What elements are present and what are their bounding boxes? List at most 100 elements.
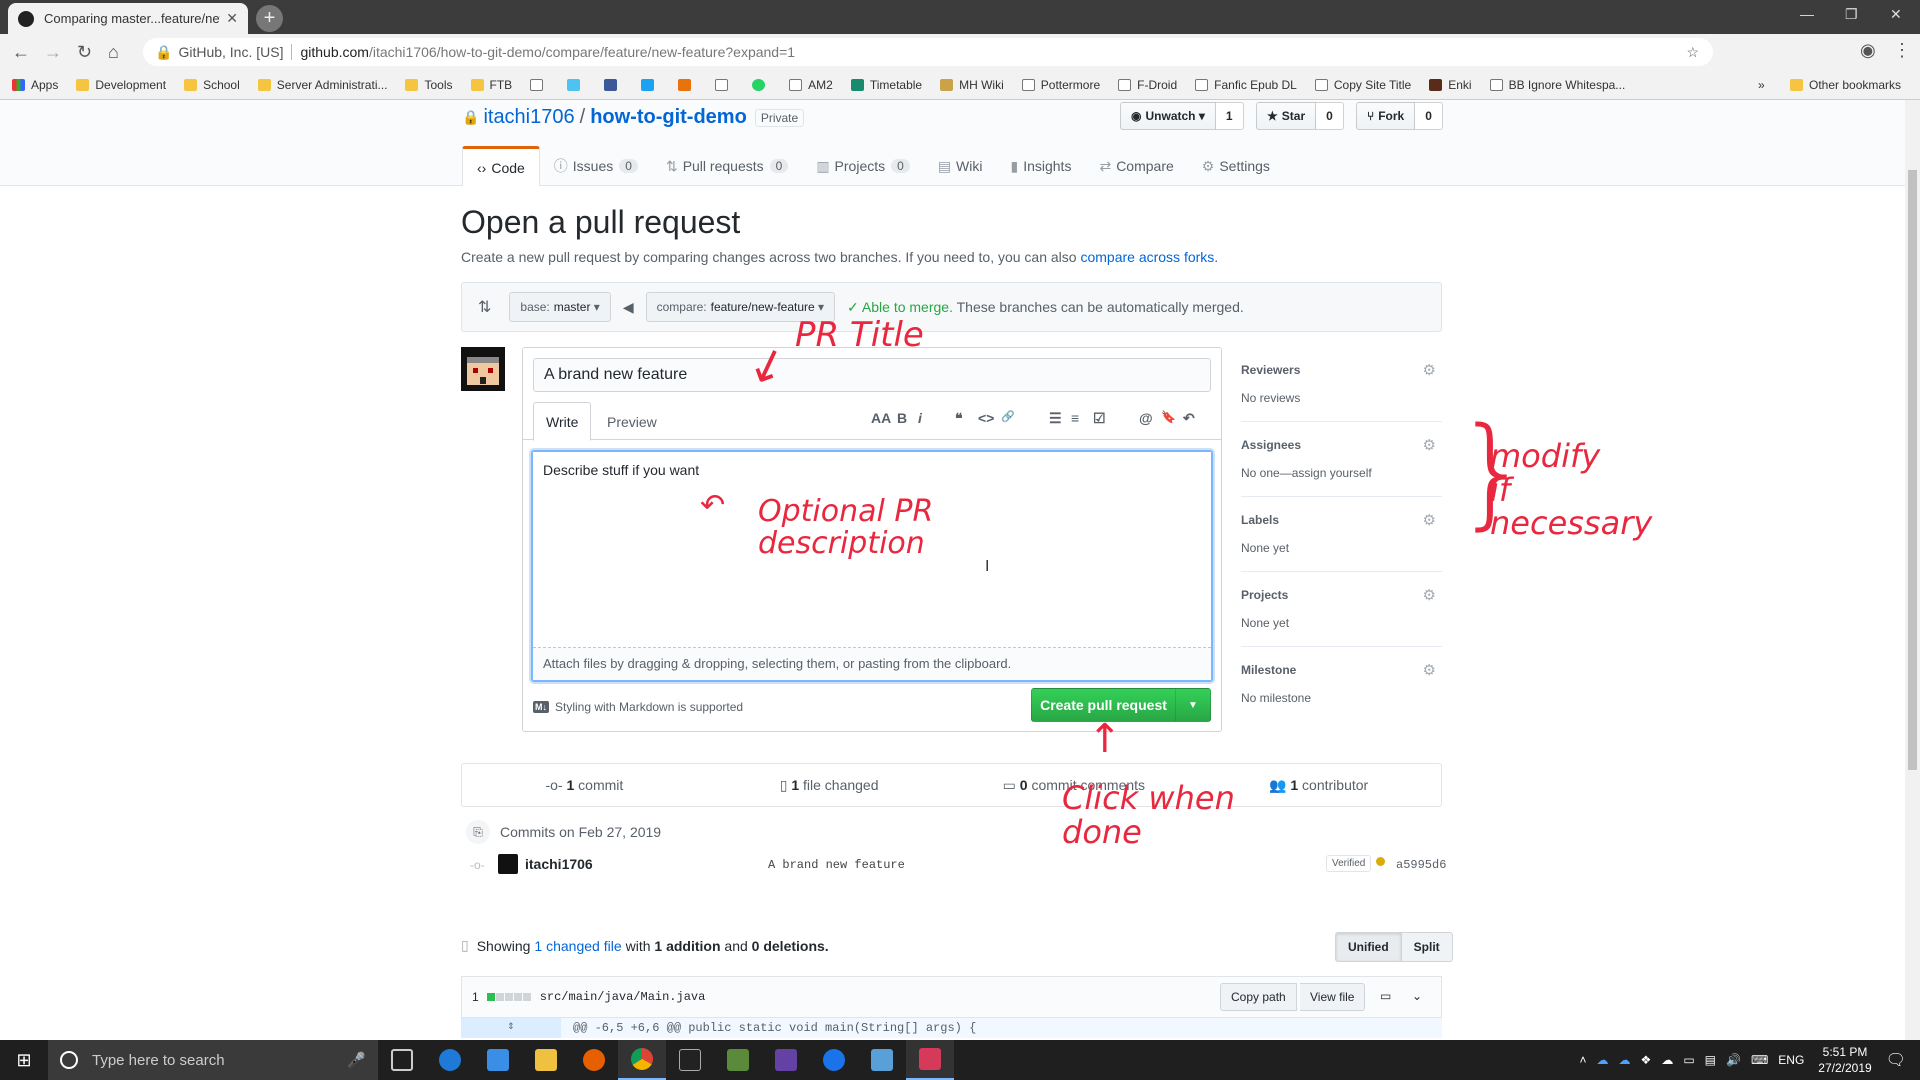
split-button[interactable]: Split bbox=[1401, 932, 1453, 962]
repo-owner-link[interactable]: itachi1706 bbox=[483, 106, 574, 129]
bookmark-am2[interactable]: AM2 bbox=[789, 78, 833, 92]
notifications-icon[interactable]: 🗨 bbox=[1886, 1050, 1906, 1070]
bookmark-twitter-icon[interactable] bbox=[641, 78, 660, 91]
minecraft-icon[interactable] bbox=[714, 1040, 762, 1080]
copy-path-button[interactable]: Copy path bbox=[1220, 983, 1297, 1011]
assignees-gear-icon[interactable]: ⚙ bbox=[1423, 436, 1436, 454]
store-icon[interactable] bbox=[474, 1040, 522, 1080]
labels-gear-icon[interactable]: ⚙ bbox=[1423, 511, 1436, 529]
create-options-dropdown-icon[interactable]: ▼ bbox=[1176, 689, 1210, 721]
volume-icon[interactable]: 🔊 bbox=[1726, 1053, 1741, 1067]
header-text-icon[interactable]: AA bbox=[871, 410, 891, 426]
files-changed-link[interactable]: ▯ 1 file changed bbox=[707, 777, 952, 794]
commit-author-avatar[interactable] bbox=[498, 854, 518, 874]
compare-across-forks-link[interactable]: compare across forks. bbox=[1080, 249, 1218, 265]
battery-icon[interactable]: ▭ bbox=[1683, 1053, 1694, 1067]
bookmark-copy-site-title[interactable]: Copy Site Title bbox=[1314, 78, 1411, 92]
changed-files-link[interactable]: 1 changed file bbox=[534, 938, 621, 954]
assign-yourself-link[interactable]: No one—assign yourself bbox=[1241, 466, 1442, 480]
status-pending-icon[interactable] bbox=[1376, 857, 1385, 866]
display-icon[interactable]: ▭ bbox=[1380, 989, 1391, 1003]
bookmark-apps[interactable]: Apps bbox=[12, 78, 58, 92]
view-file-button[interactable]: View file bbox=[1300, 983, 1366, 1011]
bookmark-page-icon[interactable] bbox=[715, 78, 734, 91]
bookmark-f-droid[interactable]: F-Droid bbox=[1118, 78, 1177, 92]
commit-message[interactable]: A brand new feature bbox=[768, 858, 905, 872]
commit-author[interactable]: itachi1706 bbox=[525, 856, 593, 872]
bookmark-school[interactable]: School bbox=[184, 78, 240, 92]
browser-tab[interactable]: Comparing master...feature/new- ✕ bbox=[8, 3, 248, 34]
bookmark-ftb[interactable]: FTB bbox=[470, 78, 512, 92]
page-scrollbar[interactable] bbox=[1905, 100, 1920, 1040]
tab-code[interactable]: ‹› Code bbox=[462, 146, 540, 186]
bookmark-mh-wiki[interactable]: MH Wiki bbox=[940, 78, 1004, 92]
file-path[interactable]: src/main/java/Main.java bbox=[540, 990, 706, 1004]
reviewers-gear-icon[interactable]: ⚙ bbox=[1423, 361, 1436, 379]
bookmark-enki[interactable]: Enki bbox=[1429, 78, 1472, 92]
link-icon[interactable]: 🔗 bbox=[1001, 410, 1015, 423]
tab-pull-requests[interactable]: ⇅ Pull requests 0 bbox=[652, 146, 802, 186]
other-bookmarks[interactable]: Other bookmarks bbox=[1790, 78, 1901, 92]
app-window-icon[interactable] bbox=[858, 1040, 906, 1080]
bookmark-page-icon[interactable] bbox=[530, 78, 549, 91]
star-button[interactable]: ★ Star bbox=[1256, 102, 1317, 130]
saved-reply-icon[interactable]: 🔖 bbox=[1161, 410, 1176, 424]
tab-projects[interactable]: ▥ Projects 0 bbox=[802, 146, 924, 186]
scrollbar-thumb[interactable] bbox=[1908, 170, 1917, 770]
profile-icon[interactable]: ◉ bbox=[1860, 40, 1876, 61]
back-icon[interactable]: ← bbox=[12, 42, 30, 63]
taskbar-search[interactable]: Type here to search 🎤 bbox=[48, 1040, 378, 1080]
markdown-note[interactable]: M↓ Styling with Markdown is supported bbox=[533, 700, 743, 714]
verified-badge[interactable]: Verified bbox=[1326, 855, 1372, 872]
address-bar[interactable]: 🔒 GitHub, Inc. [US] github.com /itachi17… bbox=[143, 38, 1713, 66]
dropbox-icon[interactable]: ❖ bbox=[1641, 1053, 1652, 1067]
bookmark-whatsapp-icon[interactable] bbox=[752, 78, 771, 91]
onedrive-icon[interactable]: ☁ bbox=[1597, 1053, 1609, 1067]
base-branch-select[interactable]: base: master ▾ bbox=[509, 292, 611, 322]
mention-icon[interactable]: @ bbox=[1139, 410, 1153, 426]
minimize-icon[interactable]: — bbox=[1800, 6, 1814, 22]
bookmark-bb-ignore[interactable]: BB Ignore Whitespa... bbox=[1489, 78, 1625, 92]
network-icon[interactable]: ▤ bbox=[1705, 1053, 1716, 1067]
menu-icon[interactable]: ⋮ bbox=[1893, 40, 1911, 61]
numbered-list-icon[interactable]: ≡ bbox=[1071, 410, 1079, 426]
restore-icon[interactable]: ❐ bbox=[1845, 6, 1858, 23]
tab-preview[interactable]: Preview bbox=[595, 402, 669, 441]
intellij-icon[interactable] bbox=[906, 1040, 954, 1080]
repo-name-link[interactable]: how-to-git-demo bbox=[590, 106, 747, 129]
bookmark-gem-icon[interactable] bbox=[567, 78, 586, 91]
chevron-down-icon[interactable]: ⌄ bbox=[1412, 989, 1422, 1003]
reply-icon[interactable]: ↶ bbox=[1183, 410, 1195, 427]
language-indicator[interactable]: ENG bbox=[1778, 1053, 1804, 1067]
tab-compare[interactable]: ⇄ Compare bbox=[1085, 146, 1187, 186]
maps-icon[interactable] bbox=[810, 1040, 858, 1080]
bookmark-star-icon[interactable]: ☆ bbox=[1686, 44, 1699, 61]
file-explorer-icon[interactable] bbox=[522, 1040, 570, 1080]
fork-button[interactable]: ⑂ Fork bbox=[1356, 102, 1416, 130]
star-count[interactable]: 0 bbox=[1316, 102, 1344, 130]
bookmark-development[interactable]: Development bbox=[76, 78, 166, 92]
home-icon[interactable]: ⌂ bbox=[108, 42, 119, 63]
expand-icon[interactable]: ⇕ bbox=[461, 1018, 561, 1038]
clock[interactable]: 5:51 PM 27/2/2019 bbox=[1818, 1044, 1871, 1076]
quote-icon[interactable]: ❝ bbox=[955, 410, 963, 427]
start-button[interactable]: ⊞ bbox=[0, 1040, 48, 1080]
unwatch-button[interactable]: ◉ Unwatch ▾ bbox=[1120, 102, 1216, 130]
bookmark-tools[interactable]: Tools bbox=[405, 78, 453, 92]
close-tab-icon[interactable]: ✕ bbox=[226, 10, 238, 27]
notion-icon[interactable] bbox=[666, 1040, 714, 1080]
tab-wiki[interactable]: ▤ Wiki bbox=[924, 146, 997, 186]
projects-gear-icon[interactable]: ⚙ bbox=[1423, 586, 1436, 604]
tray-overflow-icon[interactable]: ˄ bbox=[1580, 1053, 1587, 1067]
italic-icon[interactable]: i bbox=[918, 410, 922, 426]
watch-count[interactable]: 1 bbox=[1215, 102, 1244, 130]
commit-sha[interactable]: a5995d6 bbox=[1396, 858, 1446, 872]
bookmark-facebook-icon[interactable] bbox=[604, 78, 623, 91]
bookmark-orange-icon[interactable] bbox=[678, 78, 697, 91]
reload-icon[interactable]: ↻ bbox=[77, 42, 92, 63]
tab-write[interactable]: Write bbox=[533, 402, 592, 441]
milestone-gear-icon[interactable]: ⚙ bbox=[1423, 661, 1436, 679]
attach-files-hint[interactable]: Attach files by dragging & dropping, sel… bbox=[533, 648, 1211, 680]
task-list-icon[interactable]: ☑ bbox=[1093, 410, 1106, 427]
tab-settings[interactable]: ⚙ Settings bbox=[1188, 146, 1284, 186]
